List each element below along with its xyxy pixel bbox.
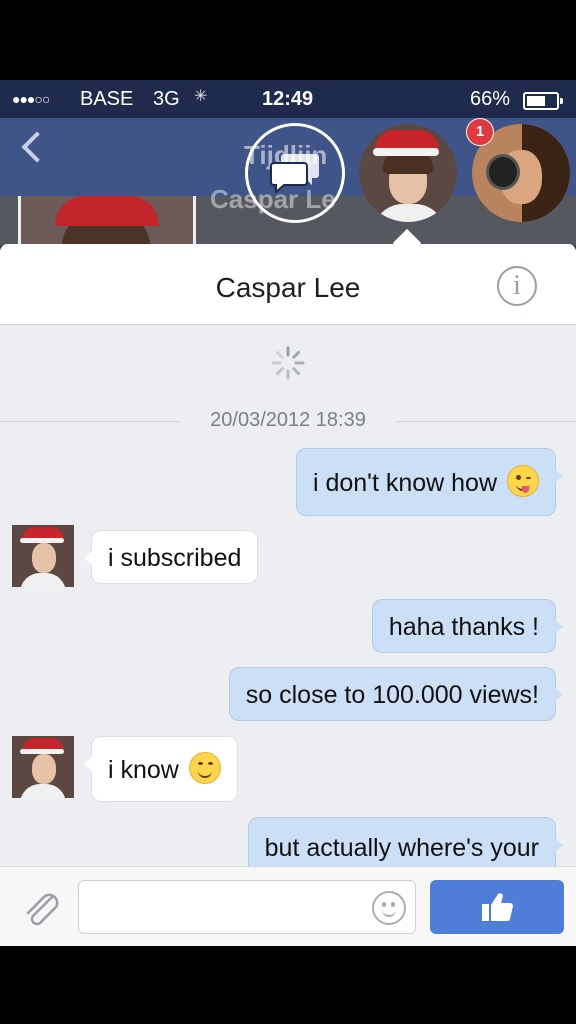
avatar-hat-trim xyxy=(20,749,64,754)
avatar-face xyxy=(32,754,56,784)
avatar-face xyxy=(32,543,56,573)
message-text: haha thanks ! xyxy=(388,613,539,641)
thumbs-up-icon xyxy=(482,893,513,922)
message-timestamp: 20/03/2012 18:39 xyxy=(0,409,576,432)
message-text: so close to 100.000 views! xyxy=(245,681,539,709)
signal-strength-icon: ●●●○○ xyxy=(12,91,50,107)
avatar-hat-trim xyxy=(20,538,64,543)
winking-tongue-emoji-icon xyxy=(507,465,539,497)
message-list[interactable]: 20/03/2012 18:39 i don't know how i subs… xyxy=(0,325,576,866)
network-activity-icon: ✳ xyxy=(194,88,208,105)
contact-name: Caspar Lee xyxy=(215,272,361,303)
like-button[interactable] xyxy=(430,880,564,934)
message-bubble-outgoing[interactable]: but actually where's your xyxy=(247,817,564,866)
carrier-name: BASE xyxy=(80,88,134,110)
message-text: but actually where's your xyxy=(264,834,539,862)
chat-header: Caspar Lee i xyxy=(0,244,576,325)
photo-santa-hat xyxy=(55,196,159,226)
message-bubble-outgoing[interactable]: i don't know how xyxy=(295,448,564,516)
message-bubble-outgoing[interactable]: so close to 100.000 views! xyxy=(228,667,564,721)
message-bubble-outgoing[interactable]: haha thanks ! xyxy=(371,599,564,653)
chat-bubbles-icon xyxy=(270,154,319,194)
message-text: i subscribed xyxy=(108,544,242,572)
chat-panel: Caspar Lee i 20/03/2012 18:39 i don't kn… xyxy=(0,244,576,946)
timestamp-text: 20/03/2012 18:39 xyxy=(196,409,380,431)
battery-percent: 66% xyxy=(470,88,511,110)
avatar-hat-trim xyxy=(373,148,439,156)
avatar-shirt xyxy=(20,573,66,587)
message-text: i don't know how xyxy=(312,469,497,497)
paperclip-icon[interactable] xyxy=(22,891,62,927)
loading-spinner-icon xyxy=(271,346,305,380)
message-bubble-incoming[interactable]: i know xyxy=(84,736,238,802)
status-bar: ●●●○○ BASE 3G ✳ 12:49 66% xyxy=(0,80,576,118)
contact-avatar[interactable] xyxy=(12,736,74,798)
avatar-shirt xyxy=(373,204,445,222)
message-text: i know xyxy=(108,756,179,784)
unread-badge: 1 xyxy=(466,118,494,146)
emoji-picker-icon[interactable] xyxy=(372,891,406,925)
message-input[interactable] xyxy=(78,880,416,934)
compose-bar xyxy=(0,866,576,946)
avatar-camera-lens xyxy=(486,154,520,190)
messages-chat-head[interactable] xyxy=(245,123,345,223)
message-bubble-incoming[interactable]: i subscribed xyxy=(83,530,259,584)
network-type: 3G xyxy=(153,88,180,110)
battery-icon xyxy=(523,92,563,110)
avatar-shirt xyxy=(20,784,66,798)
info-icon[interactable]: i xyxy=(497,266,537,306)
phone-screen: ●●●○○ BASE 3G ✳ 12:49 66% Tijdlijn Caspa… xyxy=(0,80,576,946)
battery-fill xyxy=(527,96,545,106)
clock: 12:49 xyxy=(262,88,314,110)
contact-avatar[interactable] xyxy=(12,525,74,587)
smiling-emoji-icon xyxy=(188,752,221,784)
chat-head-caspar-lee[interactable] xyxy=(359,124,457,222)
